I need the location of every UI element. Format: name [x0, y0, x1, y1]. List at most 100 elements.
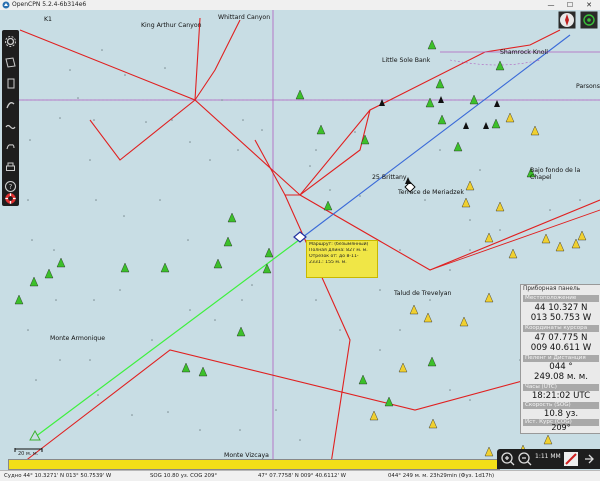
mob-lifebuoy-icon[interactable]: [4, 192, 17, 205]
ais-target-icon[interactable]: [223, 236, 233, 247]
boundary-line: [194, 19, 241, 101]
scale-label: 20 м. м.: [18, 451, 39, 457]
ais-sailing-target-icon[interactable]: [484, 446, 494, 457]
quilt-chart-icon[interactable]: [563, 451, 579, 467]
ais-target-icon[interactable]: [358, 374, 368, 385]
dashboard-caption: Приборная панель: [523, 286, 581, 292]
depth-sounding-dot: [499, 229, 501, 231]
ais-target-icon[interactable]: [14, 294, 24, 305]
ais-target-icon[interactable]: [44, 268, 54, 279]
ais-target-icon[interactable]: [181, 362, 191, 373]
light-vessel-icon: [463, 122, 469, 129]
depth-sounding-dot: [237, 149, 239, 151]
ais-sailing-target-icon[interactable]: [398, 362, 408, 373]
ais-target-icon[interactable]: [453, 141, 463, 152]
chart-canvas[interactable]: [0, 10, 600, 470]
ais-target-icon[interactable]: [427, 356, 437, 367]
scale-bar: 20 м. м.: [14, 448, 44, 457]
depth-sounding-dot: [151, 339, 153, 341]
depth-sounding-dot: [97, 394, 99, 396]
ais-target-icon[interactable]: [213, 258, 223, 269]
ais-sailing-target-icon[interactable]: [484, 292, 494, 303]
progress-bar: [8, 459, 500, 470]
ais-target-icon[interactable]: [29, 276, 39, 287]
depth-sounding-dot: [315, 299, 317, 301]
route-icon[interactable]: [4, 98, 17, 111]
ais-sailing-target-icon[interactable]: [423, 312, 433, 323]
ais-sailing-target-icon[interactable]: [465, 180, 475, 191]
ais-target-icon[interactable]: [56, 257, 66, 268]
ais-target-icon[interactable]: [160, 262, 170, 273]
ais-sailing-target-icon[interactable]: [541, 233, 551, 244]
zoom-in-icon[interactable]: [500, 451, 516, 467]
ais-sailing-target-icon[interactable]: [571, 238, 581, 249]
ais-sailing-target-icon[interactable]: [508, 248, 518, 259]
tide-icon[interactable]: [4, 119, 17, 132]
expand-chart-bar-icon[interactable]: [581, 451, 597, 467]
print-icon[interactable]: [4, 161, 17, 174]
ais-target-icon[interactable]: [469, 94, 479, 105]
depth-sounding-dot: [469, 219, 471, 221]
ais-target-icon[interactable]: [236, 326, 246, 337]
depth-sounding-dot: [209, 159, 211, 161]
ais-target-icon[interactable]: [437, 114, 447, 125]
gps-status-icon[interactable]: [580, 11, 598, 29]
track-icon[interactable]: [4, 77, 17, 90]
ais-target-icon[interactable]: [227, 212, 237, 223]
ais-sailing-target-icon[interactable]: [484, 232, 494, 243]
waypoint-marker[interactable]: [293, 231, 307, 243]
depth-sounding-dot: [93, 119, 95, 121]
ais-sailing-target-icon[interactable]: [495, 201, 505, 212]
depth-sounding-dot: [469, 249, 471, 251]
depth-sounding-dot: [449, 389, 451, 391]
position-lon: 013 50.753 W: [530, 313, 592, 323]
depth-sounding-dot: [339, 329, 341, 331]
ais-sailing-target-icon[interactable]: [543, 434, 553, 445]
ais-sailing-target-icon[interactable]: [577, 230, 587, 241]
app-icon: [2, 1, 10, 9]
ais-target-icon[interactable]: [264, 247, 274, 258]
close-button[interactable]: ✕: [580, 0, 598, 10]
depth-sounding-dot: [69, 69, 71, 71]
ais-sailing-target-icon[interactable]: [459, 316, 469, 327]
ais-sailing-target-icon[interactable]: [428, 418, 438, 429]
route-leg-distance: 2331.: 155 м. м.: [309, 260, 347, 265]
ais-sailing-target-icon[interactable]: [505, 112, 515, 123]
boundary-line: [19, 349, 600, 466]
depth-sounding-dot: [145, 121, 147, 123]
status-bar: Судно 44° 10.3271' N 013° 50.7539' W SOG…: [0, 470, 600, 481]
ais-target-icon[interactable]: [425, 97, 435, 108]
depth-sounding-dot: [579, 199, 581, 201]
ais-target-icon[interactable]: [495, 60, 505, 71]
ais-target-icon[interactable]: [316, 124, 326, 135]
ais-target-icon[interactable]: [198, 366, 208, 377]
ais-sailing-target-icon[interactable]: [461, 197, 471, 208]
depth-sounding-dot: [429, 299, 431, 301]
route-manager-icon[interactable]: [4, 56, 17, 69]
depth-sounding-dot: [171, 119, 173, 121]
ais-target-icon[interactable]: [120, 262, 130, 273]
ais-sailing-target-icon[interactable]: [555, 241, 565, 252]
ais-sailing-target-icon[interactable]: [530, 125, 540, 136]
north-compass-icon[interactable]: [558, 11, 576, 29]
minimize-button[interactable]: —: [542, 0, 560, 10]
ais-target-icon[interactable]: [427, 39, 437, 50]
ais-sailing-target-icon[interactable]: [409, 304, 419, 315]
route-info-popup: Маршрут: (безымянный) Полная длина: 827 …: [306, 240, 378, 278]
zoom-out-icon[interactable]: [517, 451, 533, 467]
boundary-line: [429, 209, 600, 271]
depth-sounding-dot: [95, 199, 97, 201]
ais-target-icon[interactable]: [295, 89, 305, 100]
depth-sounding-dot: [241, 299, 243, 301]
maximize-button[interactable]: ☐: [561, 0, 579, 10]
ais-target-icon[interactable]: [526, 167, 536, 178]
sog-label: Скорость (SOG): [523, 402, 599, 409]
depth-sounding-dot: [221, 99, 223, 101]
ais-target-icon[interactable]: [384, 396, 394, 407]
ais-target-icon[interactable]: [435, 78, 445, 89]
ais-target-icon[interactable]: [491, 118, 501, 129]
settings-icon[interactable]: [4, 35, 17, 48]
ais-sailing-target-icon[interactable]: [369, 410, 379, 421]
ais-target-icon[interactable]: [323, 200, 333, 211]
weather-icon[interactable]: [4, 140, 17, 153]
